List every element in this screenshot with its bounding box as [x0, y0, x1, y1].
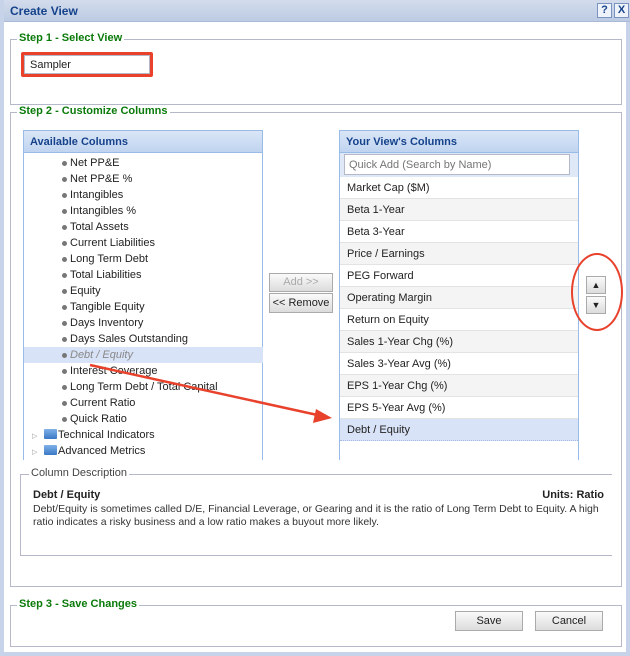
- step3-legend: Step 3 - Save Changes: [17, 598, 139, 610]
- description-name: Debt / Equity: [33, 489, 101, 501]
- description-units: Units: Ratio: [542, 489, 604, 501]
- save-button[interactable]: Save: [455, 611, 523, 631]
- step3-fieldset: Step 3 - Save Changes: [10, 598, 622, 647]
- description-legend: Column Description: [29, 467, 129, 479]
- cancel-button[interactable]: Cancel: [535, 611, 603, 631]
- annotation-arrow: [89, 363, 332, 423]
- description-text: Debt/Equity is sometimes called D/E, Fin…: [33, 503, 599, 528]
- column-description-fieldset: Column Description Debt / Equity Units: …: [20, 467, 612, 556]
